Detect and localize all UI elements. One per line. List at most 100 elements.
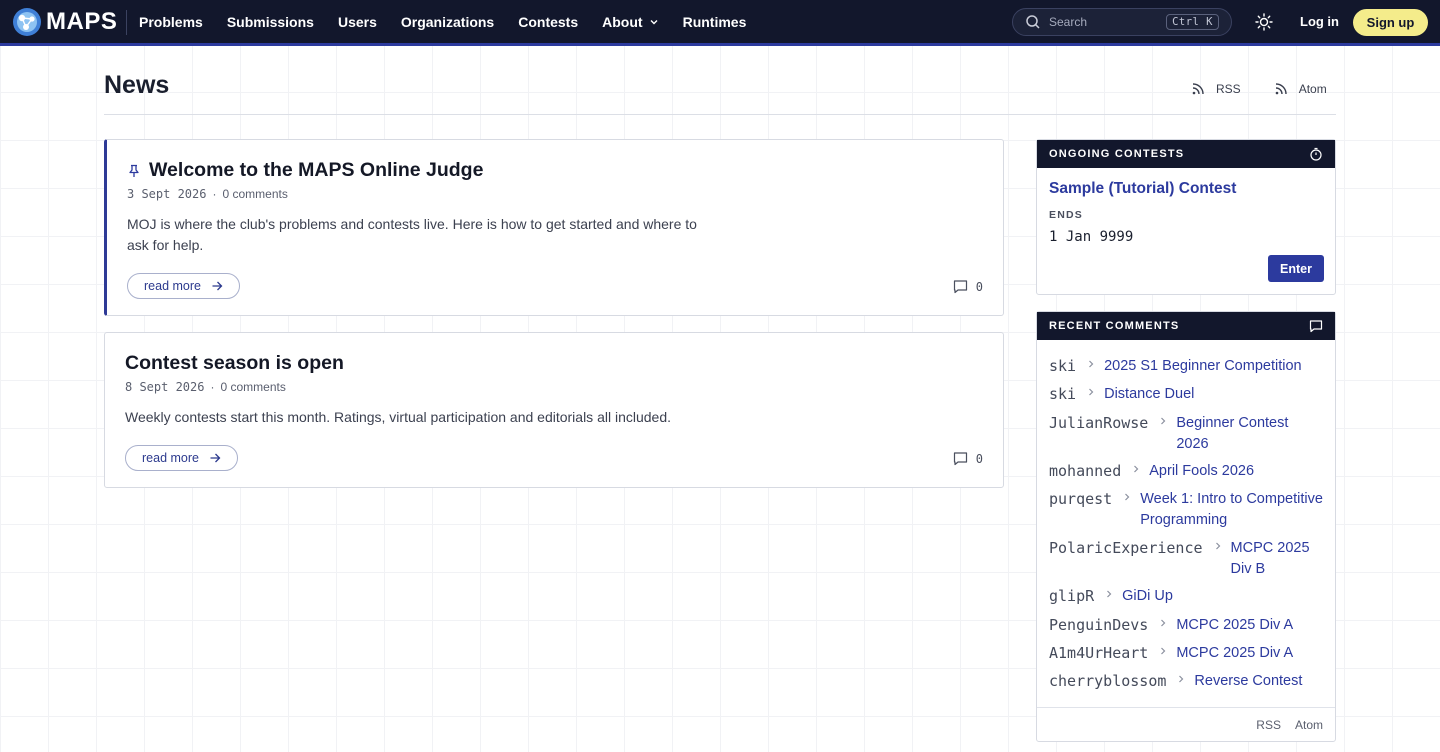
rss-icon	[1192, 83, 1204, 95]
comment-user-link[interactable]: PolaricExperience	[1049, 538, 1203, 558]
read-more-button[interactable]: read more	[127, 273, 240, 299]
chevron-down-icon	[650, 19, 658, 24]
comment-target-link[interactable]: MCPC 2025 Div B	[1231, 538, 1321, 579]
sun-icon[interactable]	[1255, 13, 1273, 31]
main-nav: Problems Submissions Users Organizations…	[139, 0, 770, 43]
comments-atom-link[interactable]: Atom	[1295, 718, 1323, 732]
comments-rss-link[interactable]: RSS	[1256, 718, 1281, 732]
comment-icon	[953, 452, 967, 466]
nav-organizations[interactable]: Organizations	[401, 14, 494, 30]
comment-user-link[interactable]: JulianRowse	[1049, 413, 1148, 433]
enter-contest-button[interactable]: Enter	[1268, 255, 1324, 282]
list-item: purqest Week 1: Intro to Competitive Pro…	[1049, 489, 1330, 530]
comment-icon	[953, 280, 967, 294]
comment-user-link[interactable]: ski	[1049, 384, 1076, 404]
ends-value: 1 Jan 9999	[1049, 229, 1134, 245]
atom-feed-link[interactable]: Atom	[1273, 81, 1327, 97]
recent-comments-heading: RECENT COMMENTS	[1049, 320, 1180, 332]
chevron-right-icon	[1125, 493, 1130, 501]
recent-comments-footer: RSS Atom	[1037, 707, 1335, 741]
search-icon	[1026, 15, 1040, 29]
comment-target-link[interactable]: Reverse Contest	[1194, 671, 1324, 692]
news-title-link[interactable]: Welcome to the MAPS Online Judge	[127, 159, 483, 182]
comment-count[interactable]: 0	[953, 451, 983, 466]
news-summary: MOJ is where the club's problems and con…	[127, 216, 697, 253]
page-title: News	[104, 71, 170, 99]
maps-logo-icon	[12, 7, 42, 37]
contest-name-link[interactable]: Sample (Tutorial) Contest	[1049, 180, 1236, 198]
comment-target-link[interactable]: GiDi Up	[1122, 586, 1302, 607]
nav-problems[interactable]: Problems	[139, 14, 203, 30]
search-box[interactable]: Ctrl K	[1012, 8, 1232, 36]
chevron-right-icon	[1107, 590, 1112, 598]
recent-comments-header: RECENT COMMENTS	[1037, 312, 1335, 340]
rss-icon	[1275, 83, 1287, 95]
chevron-right-icon	[1161, 647, 1166, 655]
chevron-right-icon	[1089, 360, 1094, 368]
news-summary: Weekly contests start this month. Rating…	[125, 409, 672, 425]
comment-target-link[interactable]: April Fools 2026	[1149, 461, 1309, 482]
chevron-right-icon	[1134, 465, 1139, 473]
search-shortcut-hint: Ctrl K	[1166, 14, 1219, 30]
list-item: JulianRowse Beginner Contest 2026	[1049, 413, 1301, 454]
list-item: ski Distance Duel	[1049, 384, 1314, 405]
signup-button[interactable]: Sign up	[1353, 9, 1428, 36]
read-more-button[interactable]: read more	[125, 445, 238, 471]
stopwatch-icon	[1310, 147, 1322, 161]
brand-logo[interactable]: MAPS	[12, 6, 117, 38]
brand-name: MAPS	[46, 8, 118, 35]
chevron-right-icon	[1161, 619, 1166, 627]
news-card: Welcome to the MAPS Online Judge 3 Sept …	[104, 139, 1004, 316]
news-comments-link[interactable]: 0 comments	[220, 380, 285, 394]
comment-target-link[interactable]: MCPC 2025 Div A	[1176, 615, 1316, 636]
arrow-right-icon	[212, 281, 223, 291]
comment-target-link[interactable]: Beginner Contest 2026	[1176, 413, 1301, 454]
ongoing-contests-heading: ONGOING CONTESTS	[1049, 148, 1185, 160]
comment-target-link[interactable]: Week 1: Intro to Competitive Programming	[1140, 489, 1330, 530]
list-item: PolaricExperience MCPC 2025 Div B	[1049, 538, 1321, 579]
comment-user-link[interactable]: ski	[1049, 356, 1076, 376]
login-link[interactable]: Log in	[1300, 14, 1339, 29]
list-item: PenguinDevs MCPC 2025 Div A	[1049, 615, 1316, 636]
pin-icon	[129, 164, 139, 177]
list-item: A1m4UrHeart MCPC 2025 Div A	[1049, 643, 1316, 664]
comment-target-link[interactable]: MCPC 2025 Div A	[1176, 643, 1316, 664]
news-title-link[interactable]: Contest season is open	[125, 352, 344, 375]
news-meta: 8 Sept 2026 · 0 comments	[125, 380, 286, 394]
news-date: 8 Sept 2026	[125, 380, 205, 394]
meta-separator: ·	[212, 187, 217, 201]
rss-feed-label: RSS	[1216, 82, 1241, 96]
comment-user-link[interactable]: A1m4UrHeart	[1049, 643, 1148, 663]
nav-users[interactable]: Users	[338, 14, 377, 30]
nav-divider	[126, 10, 127, 35]
list-item: ski 2025 S1 Beginner Competition	[1049, 356, 1314, 377]
list-item: mohanned April Fools 2026	[1049, 461, 1309, 482]
nav-about-label: About	[602, 13, 643, 30]
comment-target-link[interactable]: Distance Duel	[1104, 384, 1314, 405]
chevron-right-icon	[1215, 542, 1220, 550]
comment-target-link[interactable]: 2025 S1 Beginner Competition	[1104, 356, 1314, 377]
nav-runtimes[interactable]: Runtimes	[683, 14, 747, 30]
arrow-right-icon	[210, 453, 221, 463]
search-input[interactable]	[1049, 15, 1159, 29]
meta-separator: ·	[210, 380, 215, 394]
nav-about-dropdown[interactable]: About	[602, 14, 658, 30]
news-comments-link[interactable]: 0 comments	[222, 187, 287, 201]
comment-count[interactable]: 0	[953, 279, 983, 294]
top-navbar: MAPS Problems Submissions Users Organiza…	[0, 0, 1440, 46]
comment-user-link[interactable]: PenguinDevs	[1049, 615, 1148, 635]
comment-user-link[interactable]: purqest	[1049, 489, 1112, 509]
comment-user-link[interactable]: cherryblossom	[1049, 671, 1166, 691]
comment-user-link[interactable]: glipR	[1049, 586, 1094, 606]
nav-contests[interactable]: Contests	[518, 14, 578, 30]
nav-submissions[interactable]: Submissions	[227, 14, 314, 30]
list-item: glipR GiDi Up	[1049, 586, 1302, 607]
rss-feed-link[interactable]: RSS	[1190, 81, 1241, 97]
chevron-right-icon	[1179, 675, 1184, 683]
comment-user-link[interactable]: mohanned	[1049, 461, 1121, 481]
ongoing-contests-panel: ONGOING CONTESTS Sample (Tutorial) Conte…	[1036, 139, 1336, 295]
list-item: cherryblossom Reverse Contest	[1049, 671, 1324, 692]
news-date: 3 Sept 2026	[127, 187, 207, 201]
news-title: Contest season is open	[125, 352, 344, 374]
ends-label: ENDS	[1049, 209, 1083, 221]
